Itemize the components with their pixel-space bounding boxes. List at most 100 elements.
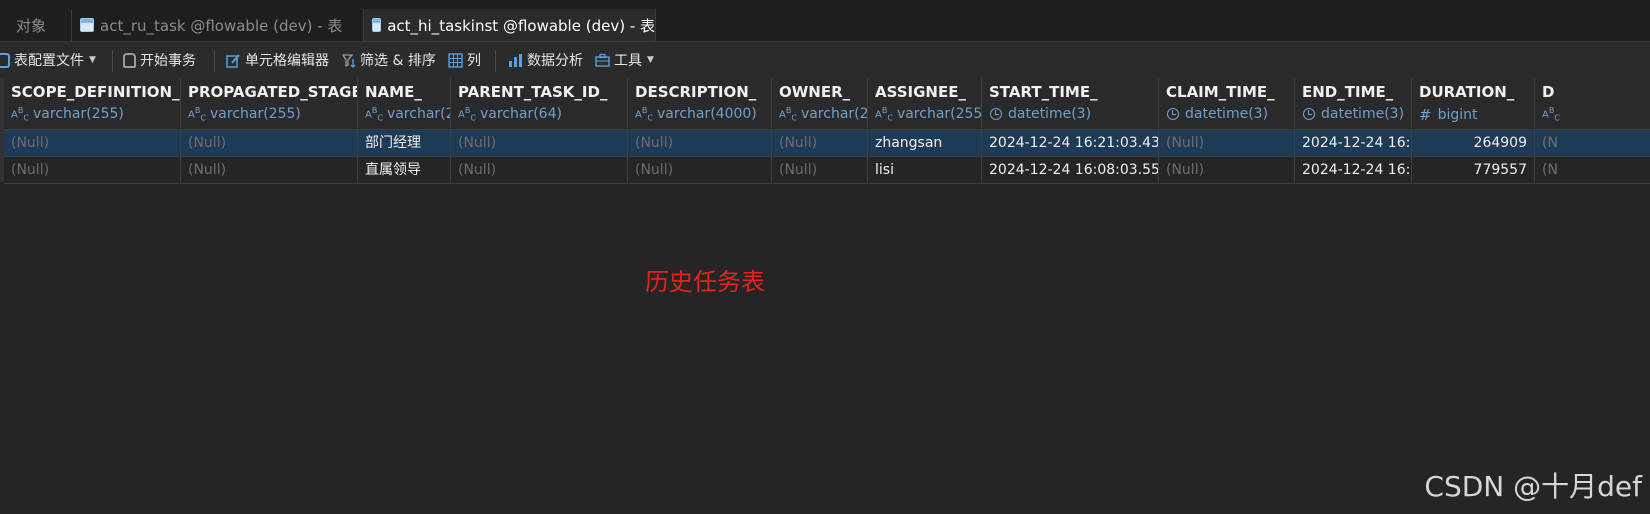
tab-act-ru-task[interactable]: act_ru_task @flowable (dev) - 表 [72,9,364,41]
table-config-label: 表配置文件 [14,53,84,69]
text-type-icon: ABC [875,106,893,123]
tab-bar: 对象 act_ru_task @flowable (dev) - 表 act_h… [0,0,1650,42]
column-name: PARENT_TASK_ID_ [458,83,608,101]
column-name: OWNER_ [779,83,851,101]
chevron-down-icon: ▼ [89,55,96,65]
column-header[interactable]: ASSIGNEE_ ABC varchar(255 [868,78,982,130]
text-type-icon: ABC [365,106,383,123]
begin-transaction-button[interactable]: 开始事务 [123,50,196,70]
table-cell[interactable]: (N [1535,157,1650,184]
filter-sort-button[interactable]: 筛选 & 排序 [341,50,436,70]
table-cell[interactable]: 264909 [1412,130,1535,157]
table-cell[interactable]: (Null) [181,157,358,184]
cell-editor-button[interactable]: 单元格编辑器 [226,50,329,70]
column-header[interactable]: DESCRIPTION_ ABC varchar(4000) [628,78,772,130]
table-cell[interactable]: 2024-12-24 16:08:03.55 [982,157,1159,184]
data-analysis-label: 数据分析 [527,53,583,69]
column-name: PROPAGATED_STAGE [188,83,358,101]
column-type-label: bigint [1437,107,1478,123]
begin-transaction-label: 开始事务 [140,53,196,69]
table-cell[interactable]: (Null) [451,130,628,157]
clock-icon [990,108,1002,120]
table-config-button[interactable]: 表配置文件 ▼ [0,50,96,70]
tab-objects[interactable]: 对象 [0,9,72,41]
table-icon [80,18,94,32]
table-row[interactable]: (Null) (Null) 直属领导 (Null) (Null) (Null) lisi 20… [0,157,1650,184]
table-cell[interactable]: (Null) [1159,130,1295,157]
table-cell[interactable]: (Null) [4,130,181,157]
column-type-label: varchar(2 [386,106,451,123]
table-cell[interactable]: 2024-12-24 16:21:03.43 [982,130,1159,157]
clock-icon [1167,108,1179,120]
filter-sort-icon [341,53,356,68]
column-type: # bigint [1419,106,1534,124]
data-grid: SCOPE_DEFINITION_II ABC varchar(255) PROPAG… [0,78,1650,188]
column-name: SCOPE_DEFINITION_II [11,83,181,101]
table-cell[interactable]: lisi [868,157,982,184]
text-type-icon: ABC [635,106,653,123]
table-cell[interactable]: 直属领导 [358,157,451,184]
column-type-label: datetime(3) [1185,106,1269,122]
table-cell[interactable]: 2024-12-24 16: [1295,130,1412,157]
column-type: ABC [1542,106,1650,122]
column-header[interactable]: PARENT_TASK_ID_ ABC varchar(64) [451,78,628,130]
column-name: ASSIGNEE_ [875,83,966,101]
text-type-icon: ABC [458,106,476,123]
table-cell[interactable]: (Null) [451,157,628,184]
column-type: ABC varchar(255) [188,106,357,122]
text-type-icon: ABC [1542,106,1560,123]
table-cell[interactable]: (Null) [1159,157,1295,184]
column-header[interactable]: SCOPE_DEFINITION_II ABC varchar(255) [4,78,181,130]
toolbar-divider [214,50,215,72]
text-type-icon: ABC [188,106,206,123]
column-type: ABC varchar(64) [458,106,627,122]
column-header[interactable]: CLAIM_TIME_ datetime(3) [1159,78,1295,130]
table-cell[interactable]: (N [1535,130,1650,157]
column-type-label: varchar(255 [896,106,982,123]
column-type: datetime(3) [989,106,1158,122]
toolbar: 表配置文件 ▼ 开始事务 单元格编辑器 筛选 & 排序 列 数据分析 工具 ▼ [0,42,1650,108]
table-cell[interactable]: 部门经理 [358,130,451,157]
data-analysis-button[interactable]: 数据分析 [508,50,583,70]
tools-label: 工具 [614,53,642,69]
table-cell[interactable]: zhangsan [868,130,982,157]
toolbox-icon [595,53,610,68]
columns-button[interactable]: 列 [448,50,481,70]
tab-act-hi-taskinst[interactable]: act_hi_taskinst @flowable (dev) - 表 [364,9,656,41]
column-header[interactable]: D ABC [1535,78,1650,130]
table-cell[interactable]: (Null) [772,157,868,184]
config-file-icon [0,52,10,68]
column-header[interactable]: NAME_ ABC varchar(2 [358,78,451,130]
columns-label: 列 [467,53,481,69]
column-type: datetime(3) [1166,106,1294,122]
column-type-label: varchar(255) [33,106,124,123]
toolbar-divider [495,50,496,72]
table-cell[interactable]: (Null) [181,130,358,157]
tab-label: act_hi_taskinst @flowable (dev) - 表 [387,16,655,35]
text-type-icon: ABC [11,106,29,123]
column-header[interactable]: START_TIME_ datetime(3) [982,78,1159,130]
column-header[interactable]: END_TIME_ datetime(3) [1295,78,1412,130]
text-type-icon: ABC [779,106,797,123]
watermark: CSDN @十月def [1424,470,1642,503]
column-name: DURATION_ [1419,83,1515,101]
column-header[interactable]: DURATION_ # bigint [1412,78,1535,130]
column-name: D [1542,83,1555,101]
annotation-text: 历史任务表 [645,268,765,296]
column-header[interactable]: PROPAGATED_STAGE ABC varchar(255) [181,78,358,130]
table-cell[interactable]: (Null) [772,130,868,157]
column-header[interactable]: OWNER_ ABC varchar(2 [772,78,868,130]
cell-editor-label: 单元格编辑器 [245,53,329,69]
table-row[interactable]: (Null) (Null) 部门经理 (Null) (Null) (Null) zhangs… [0,130,1650,157]
table-icon [372,18,382,32]
chevron-down-icon: ▼ [647,55,654,65]
table-cell[interactable]: (Null) [4,157,181,184]
tools-button[interactable]: 工具 ▼ [595,50,654,70]
table-cell[interactable]: 779557 [1412,157,1535,184]
table-cell[interactable]: 2024-12-24 16: [1295,157,1412,184]
filter-sort-label: 筛选 & 排序 [360,53,436,69]
table-cell[interactable]: (Null) [628,130,772,157]
column-type-label: varchar(4000) [657,106,757,123]
table-cell[interactable]: (Null) [628,157,772,184]
column-type: ABC varchar(255 [875,106,981,122]
